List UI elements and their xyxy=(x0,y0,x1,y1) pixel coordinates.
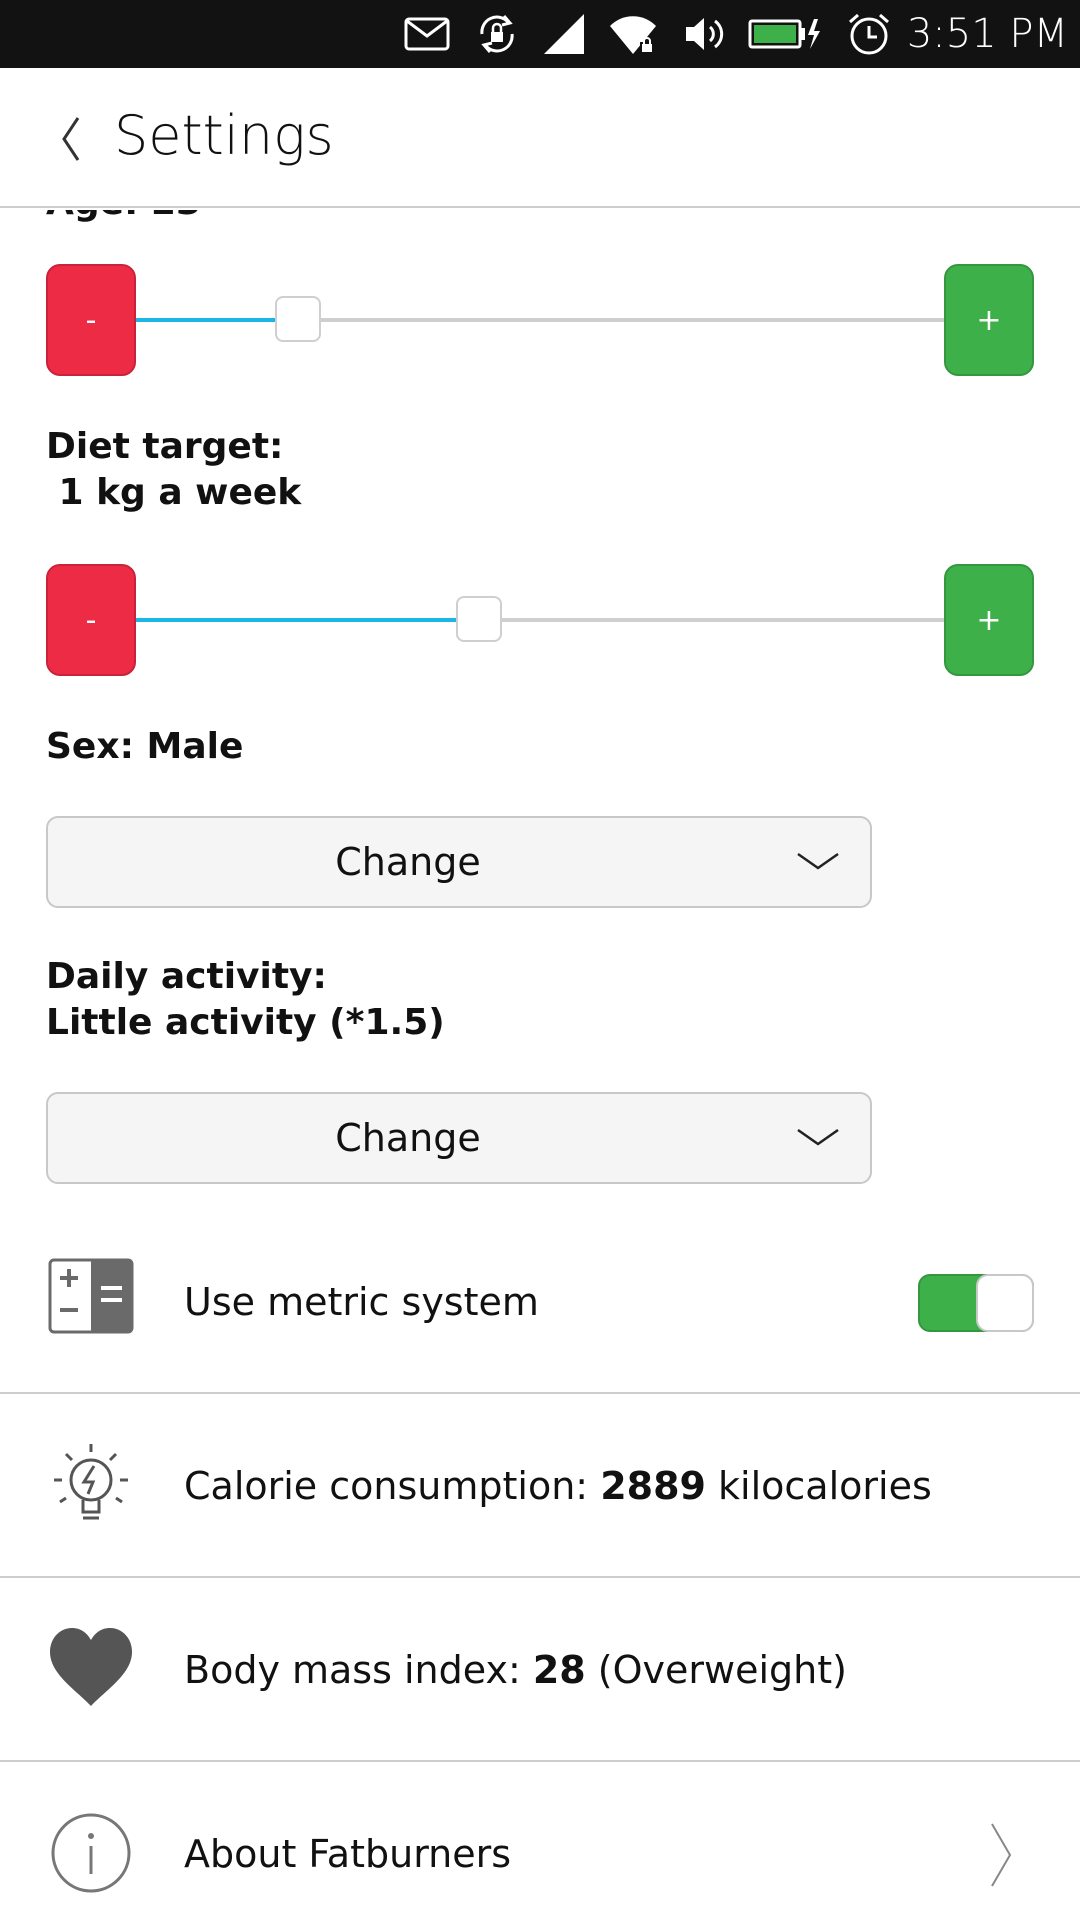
diet-slider-thumb[interactable] xyxy=(456,596,503,642)
diet-target-title: Diet target: xyxy=(46,426,284,467)
calorie-consumption-text: Calorie consumption: 2889 kilocalories xyxy=(184,1394,932,1578)
metric-system-toggle[interactable] xyxy=(918,1274,1034,1332)
alarm-icon xyxy=(846,12,892,56)
calculator-icon xyxy=(46,1256,136,1346)
age-decrease-button[interactable]: - xyxy=(46,264,136,376)
volume-icon xyxy=(682,12,728,56)
calorie-prefix: Calorie consumption: xyxy=(184,1464,601,1508)
age-increase-button[interactable]: + xyxy=(944,264,1034,376)
age-slider-track[interactable] xyxy=(136,296,944,342)
age-slider[interactable]: - + xyxy=(46,264,1034,376)
calorie-consumption-row: Calorie consumption: 2889 kilocalories xyxy=(0,1394,1080,1578)
body-mass-index-row: Body mass index: 28 (Overweight) xyxy=(0,1578,1080,1762)
diet-target-label: Diet target: 1 kg a week xyxy=(46,424,301,516)
battery-charging-icon xyxy=(748,12,822,56)
age-slider-thumb[interactable] xyxy=(274,296,321,342)
age-slider-fill xyxy=(136,318,298,322)
bmi-prefix: Body mass index: xyxy=(184,1648,533,1692)
bmi-suffix: (Overweight) xyxy=(585,1648,847,1692)
toggle-knob xyxy=(976,1274,1034,1332)
activity-change-dropdown[interactable]: Change xyxy=(46,1092,872,1184)
metric-system-row[interactable]: Use metric system xyxy=(0,1210,1080,1394)
diet-slider-track[interactable] xyxy=(136,596,944,642)
sex-change-dropdown[interactable]: Change xyxy=(46,816,872,908)
chevron-right-icon xyxy=(988,1820,1014,1890)
bmi-text: Body mass index: 28 (Overweight) xyxy=(184,1578,847,1762)
diet-slider-fill xyxy=(136,618,480,622)
cellular-signal-icon xyxy=(542,12,586,56)
diet-increase-button[interactable]: + xyxy=(944,564,1034,676)
heart-icon xyxy=(46,1624,136,1714)
header: Settings xyxy=(0,68,1080,208)
status-bar: 3:51 PM xyxy=(0,0,1080,68)
wifi-icon xyxy=(608,12,658,56)
about-label: About Fatburners xyxy=(184,1832,512,1876)
chevron-down-icon xyxy=(796,1124,840,1152)
chevron-left-icon[interactable] xyxy=(50,112,90,166)
metric-system-label: Use metric system xyxy=(184,1280,539,1324)
sex-change-label: Change xyxy=(335,840,481,884)
clock-time: 3:51 PM xyxy=(906,11,1068,57)
page-title: Settings xyxy=(114,104,334,167)
info-icon xyxy=(46,1808,136,1898)
daily-activity-title: Daily activity: xyxy=(46,956,327,997)
settings-content[interactable]: Age: 23 - + Diet target: 1 kg a week - +… xyxy=(0,210,1080,1920)
diet-slider[interactable]: - + xyxy=(46,564,1034,676)
sex-label: Sex: Male xyxy=(46,726,244,767)
daily-activity-value: Little activity (*1.5) xyxy=(46,1002,445,1043)
activity-change-label: Change xyxy=(335,1116,481,1160)
rotation-lock-icon xyxy=(474,12,520,56)
diet-target-value: 1 kg a week xyxy=(46,472,302,513)
chevron-down-icon xyxy=(796,848,840,876)
age-label: Age: 23 xyxy=(46,210,201,223)
daily-activity-label: Daily activity: Little activity (*1.5) xyxy=(46,954,445,1046)
about-row[interactable]: About Fatburners xyxy=(0,1762,1080,1920)
calorie-suffix: kilocalories xyxy=(705,1464,932,1508)
bmi-value: 28 xyxy=(532,1648,586,1692)
calorie-value: 2889 xyxy=(600,1464,706,1508)
mail-icon xyxy=(404,12,450,56)
lightbulb-icon xyxy=(46,1440,136,1530)
diet-decrease-button[interactable]: - xyxy=(46,564,136,676)
